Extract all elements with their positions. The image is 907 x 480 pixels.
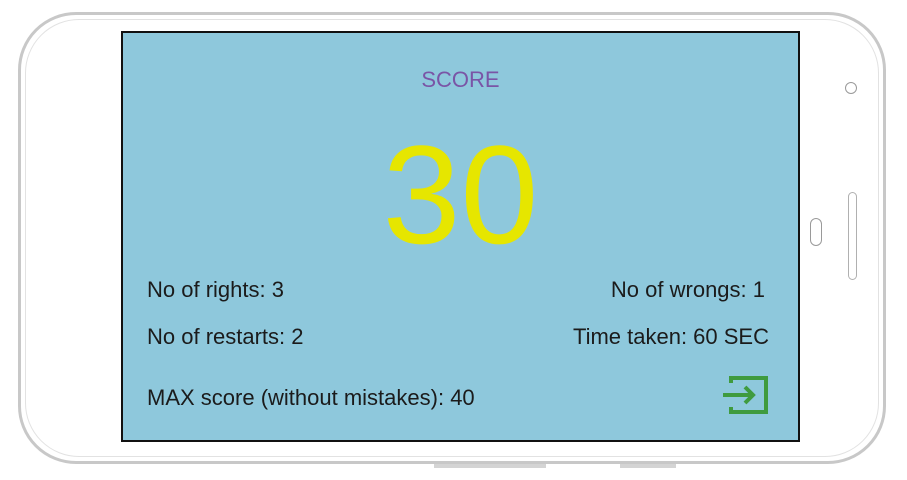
exit-button[interactable] [717,372,773,418]
phone-bottom-button-2 [620,464,676,468]
exit-to-app-icon [723,376,768,414]
max-score: MAX score (without mistakes): 40 [147,385,475,410]
home-button[interactable] [810,218,822,246]
restarts-count: No of restarts: 2 [147,324,304,349]
camera-icon [845,82,857,94]
score-value: 30 [382,116,539,273]
side-button[interactable] [848,192,857,280]
score-title: SCORE [421,67,500,92]
score-screen: SCORE 30 No of rights: 3 No of wrongs: 1… [121,31,800,442]
device-stage: SCORE 30 No of rights: 3 No of wrongs: 1… [0,0,907,480]
wrongs-count: No of wrongs: 1 [610,277,765,302]
phone-bottom-button-1 [434,464,546,468]
rights-count: No of rights: 3 [147,277,284,302]
time-taken: Time taken: 60 SEC [572,324,769,349]
